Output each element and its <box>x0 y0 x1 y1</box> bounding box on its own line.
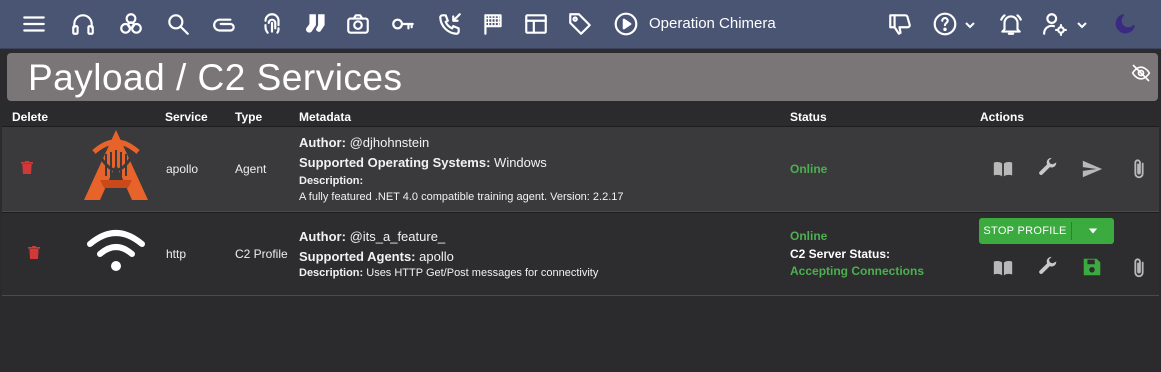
header-type: Type <box>235 110 263 124</box>
author-value: @its_a_feature_ <box>349 229 446 244</box>
moon-icon[interactable] <box>1110 9 1140 39</box>
header-actions: Actions <box>980 110 1025 124</box>
wrench-icon[interactable] <box>1037 157 1059 182</box>
stop-profile-button[interactable]: STOP PROFILE <box>979 218 1114 244</box>
description-line: Description: Uses HTTP Get/Post messages… <box>299 267 598 279</box>
header-status: Status <box>790 110 827 124</box>
author-line: Author: @its_a_feature_ <box>299 229 445 244</box>
camera-icon[interactable] <box>343 9 373 39</box>
service-type: Agent <box>235 162 267 176</box>
phone-incoming-icon[interactable] <box>435 9 465 39</box>
status-badge: Online <box>790 229 828 243</box>
paperclip-icon[interactable] <box>210 9 240 39</box>
service-name: http <box>166 247 187 261</box>
author-line: Author: @djhohnstein <box>299 135 429 150</box>
trash-icon[interactable] <box>26 245 42 264</box>
stop-profile-label: STOP PROFILE <box>983 225 1067 237</box>
header-delete: Delete <box>12 110 49 124</box>
top-nav-bar: Operation Chimera <box>0 0 1161 49</box>
agents-line: Supported Agents: apollo <box>299 249 454 264</box>
description-text: Uses HTTP Get/Post messages for connecti… <box>366 267 599 279</box>
service-name: apollo <box>166 162 199 176</box>
description-text: A fully featured .NET 4.0 compatible tra… <box>299 191 624 203</box>
os-value: Windows <box>494 155 547 170</box>
send-icon[interactable] <box>1081 158 1103 183</box>
help-icon[interactable] <box>930 9 960 39</box>
page-title: Payload / C2 Services <box>28 57 403 98</box>
description-label-line: Description: <box>299 175 363 187</box>
description-label: Description: <box>299 267 364 279</box>
save-icon[interactable] <box>1081 256 1103 281</box>
book-open-icon[interactable] <box>992 158 1014 183</box>
book-open-icon[interactable] <box>992 257 1014 282</box>
eye-off-icon[interactable] <box>1131 63 1153 83</box>
paperclip-icon[interactable] <box>1128 257 1150 282</box>
biohazard-icon[interactable] <box>116 9 146 39</box>
description-label: Description: <box>299 175 364 187</box>
play-circle-icon[interactable] <box>611 9 641 39</box>
service-type: C2 Profile <box>235 247 288 261</box>
page-title-banner: Payload / C2 Services <box>7 53 1158 101</box>
checkered-flag-icon[interactable] <box>478 9 508 39</box>
author-label: Author: <box>299 229 346 244</box>
os-label: Supported Operating Systems: <box>299 155 491 170</box>
agents-label: Supported Agents: <box>299 249 416 264</box>
menu-icon[interactable] <box>19 9 49 39</box>
c2-server-status-value: Accepting Connections <box>790 264 925 278</box>
os-line: Supported Operating Systems: Windows <box>299 155 547 170</box>
status-badge: Online <box>790 162 828 176</box>
author-value: @djhohnstein <box>349 135 430 150</box>
fingerprint-icon[interactable] <box>257 9 287 39</box>
user-settings-icon[interactable] <box>1040 9 1070 39</box>
wrench-icon[interactable] <box>1037 256 1059 281</box>
c2-server-status-label: C2 Server Status: <box>790 247 891 261</box>
alarm-bell-icon[interactable] <box>996 9 1026 39</box>
apollo-logo <box>80 128 152 202</box>
author-label: Author: <box>299 135 346 150</box>
wifi-icon <box>86 228 146 274</box>
search-icon[interactable] <box>163 9 193 39</box>
headphones-icon[interactable] <box>68 9 98 39</box>
paperclip-icon[interactable] <box>1128 158 1150 183</box>
table-header: Delete Service Type Metadata Status Acti… <box>0 104 1161 126</box>
tag-icon[interactable] <box>565 9 595 39</box>
thumbs-down-icon[interactable] <box>885 9 915 39</box>
socks-icon[interactable] <box>302 9 332 39</box>
agents-value: apollo <box>419 249 454 264</box>
operation-name[interactable]: Operation Chimera <box>649 15 776 32</box>
dropdown-arrow-icon[interactable] <box>1072 226 1114 236</box>
key-icon[interactable] <box>388 9 418 39</box>
header-metadata: Metadata <box>299 110 352 124</box>
trash-icon[interactable] <box>19 160 35 179</box>
user-chevron-down-icon[interactable] <box>1076 18 1087 29</box>
help-chevron-down-icon[interactable] <box>964 18 975 29</box>
header-service: Service <box>165 110 208 124</box>
table-layout-icon[interactable] <box>521 9 551 39</box>
